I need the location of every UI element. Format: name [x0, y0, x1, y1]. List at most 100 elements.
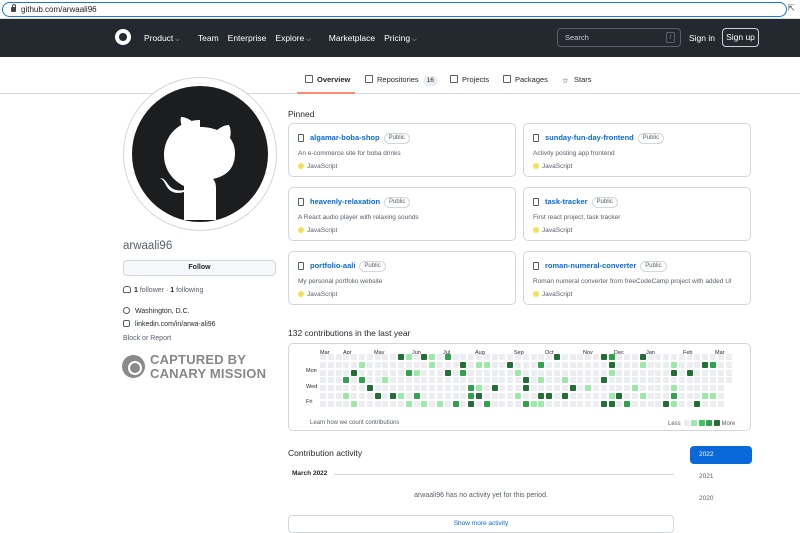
- contribution-day-cell[interactable]: [327, 369, 334, 376]
- contribution-day-cell[interactable]: [546, 369, 553, 376]
- contribution-day-cell[interactable]: [561, 400, 568, 407]
- contribution-day-cell[interactable]: [507, 369, 514, 376]
- year-2021-button[interactable]: 2021: [690, 468, 752, 486]
- contribution-day-cell[interactable]: [413, 361, 420, 368]
- contribution-day-cell[interactable]: [717, 369, 724, 376]
- contribution-day-cell[interactable]: [600, 354, 607, 360]
- contribution-day-cell[interactable]: [663, 361, 670, 368]
- contribution-day-cell[interactable]: [499, 400, 506, 407]
- sign-in-link[interactable]: Sign in: [689, 33, 715, 43]
- year-2022-button[interactable]: 2022: [690, 446, 752, 464]
- contribution-day-cell[interactable]: [366, 393, 373, 399]
- contribution-day-cell[interactable]: [382, 393, 389, 399]
- contribution-day-cell[interactable]: [655, 361, 662, 368]
- contribution-day-cell[interactable]: [624, 393, 631, 399]
- contribution-day-cell[interactable]: [460, 377, 467, 384]
- contribution-day-cell[interactable]: [538, 377, 545, 384]
- contribution-day-cell[interactable]: [530, 385, 537, 392]
- contribution-day-cell[interactable]: [616, 385, 623, 392]
- contribution-day-cell[interactable]: [577, 393, 584, 399]
- contribution-day-cell[interactable]: [608, 400, 615, 407]
- tab-stars[interactable]: ☆ Stars: [562, 75, 592, 85]
- contribution-day-cell[interactable]: [374, 385, 381, 392]
- share-icon[interactable]: ⇱: [787, 3, 795, 14]
- contribution-day-cell[interactable]: [694, 361, 701, 368]
- contribution-day-cell[interactable]: [515, 354, 521, 360]
- contribution-day-cell[interactable]: [429, 369, 436, 376]
- contribution-day-cell[interactable]: [390, 361, 397, 368]
- contribution-day-cell[interactable]: [663, 385, 670, 392]
- contribution-day-cell[interactable]: [647, 385, 654, 392]
- contribution-day-cell[interactable]: [390, 354, 397, 360]
- contribution-day-cell[interactable]: [671, 369, 677, 376]
- contribution-day-cell[interactable]: [530, 369, 537, 376]
- contribution-day-cell[interactable]: [608, 385, 615, 392]
- repo-name-link[interactable]: sunday-fun-day-frontend Public: [545, 133, 665, 144]
- contribution-day-cell[interactable]: [671, 377, 677, 384]
- contribution-day-cell[interactable]: [671, 361, 677, 368]
- contribution-day-cell[interactable]: [632, 400, 638, 407]
- contribution-day-cell[interactable]: [608, 377, 615, 384]
- contribution-day-cell[interactable]: [632, 393, 638, 399]
- contribution-day-cell[interactable]: [569, 354, 576, 360]
- contribution-day-cell[interactable]: [335, 400, 342, 407]
- nav-explore[interactable]: Explore ⌵: [275, 33, 319, 44]
- contribution-day-cell[interactable]: [694, 354, 701, 360]
- contribution-day-cell[interactable]: [624, 385, 631, 392]
- contribution-day-cell[interactable]: [593, 369, 599, 376]
- contribution-day-cell[interactable]: [320, 354, 326, 360]
- contribution-day-cell[interactable]: [717, 377, 724, 384]
- contribution-day-cell[interactable]: [546, 361, 553, 368]
- contribution-day-cell[interactable]: [405, 377, 412, 384]
- contribution-day-cell[interactable]: [694, 377, 701, 384]
- contribution-day-cell[interactable]: [686, 400, 693, 407]
- show-more-activity-button[interactable]: Show more activity: [288, 515, 674, 533]
- contribution-day-cell[interactable]: [390, 385, 397, 392]
- contribution-day-cell[interactable]: [678, 361, 685, 368]
- contribution-day-cell[interactable]: [710, 369, 716, 376]
- contribution-day-cell[interactable]: [343, 354, 350, 360]
- contribution-day-cell[interactable]: [476, 361, 482, 368]
- contribution-day-cell[interactable]: [530, 361, 537, 368]
- contribution-day-cell[interactable]: [483, 393, 490, 399]
- contribution-day-cell[interactable]: [616, 354, 623, 360]
- block-report-link[interactable]: Block or Report: [123, 335, 171, 342]
- contribution-day-cell[interactable]: [327, 361, 334, 368]
- contribution-day-cell[interactable]: [585, 393, 592, 399]
- contribution-day-cell[interactable]: [499, 369, 506, 376]
- contribution-day-cell[interactable]: [639, 393, 646, 399]
- contribution-day-cell[interactable]: [452, 377, 459, 384]
- contribution-day-cell[interactable]: [468, 400, 475, 407]
- contribution-day-cell[interactable]: [398, 369, 404, 376]
- contribution-day-cell[interactable]: [702, 377, 709, 384]
- contribution-day-cell[interactable]: [616, 377, 623, 384]
- contribution-day-cell[interactable]: [499, 361, 506, 368]
- contribution-day-cell[interactable]: [717, 400, 724, 407]
- repo-name-link[interactable]: portfolio-aali Public: [310, 261, 386, 272]
- contribution-day-cell[interactable]: [561, 393, 568, 399]
- contribution-day-cell[interactable]: [632, 361, 638, 368]
- contribution-day-cell[interactable]: [437, 369, 443, 376]
- contribution-day-cell[interactable]: [421, 400, 428, 407]
- contribution-day-cell[interactable]: [460, 385, 467, 392]
- contribution-day-cell[interactable]: [398, 400, 404, 407]
- contribution-day-cell[interactable]: [725, 369, 732, 376]
- contribution-day-cell[interactable]: [554, 377, 560, 384]
- contribution-day-cell[interactable]: [351, 369, 358, 376]
- contribution-day-cell[interactable]: [686, 393, 693, 399]
- contribution-day-cell[interactable]: [437, 385, 443, 392]
- contribution-day-cell[interactable]: [499, 393, 506, 399]
- contribution-day-cell[interactable]: [507, 377, 514, 384]
- contribution-day-cell[interactable]: [507, 393, 514, 399]
- contribution-day-cell[interactable]: [437, 377, 443, 384]
- contribution-day-cell[interactable]: [343, 377, 350, 384]
- contribution-day-cell[interactable]: [483, 385, 490, 392]
- contribution-day-cell[interactable]: [702, 393, 709, 399]
- contribution-day-cell[interactable]: [452, 369, 459, 376]
- contribution-day-cell[interactable]: [569, 393, 576, 399]
- contribution-day-cell[interactable]: [366, 354, 373, 360]
- contribution-day-cell[interactable]: [608, 393, 615, 399]
- contribution-day-cell[interactable]: [382, 354, 389, 360]
- contribution-day-cell[interactable]: [468, 385, 475, 392]
- contribution-day-cell[interactable]: [593, 393, 599, 399]
